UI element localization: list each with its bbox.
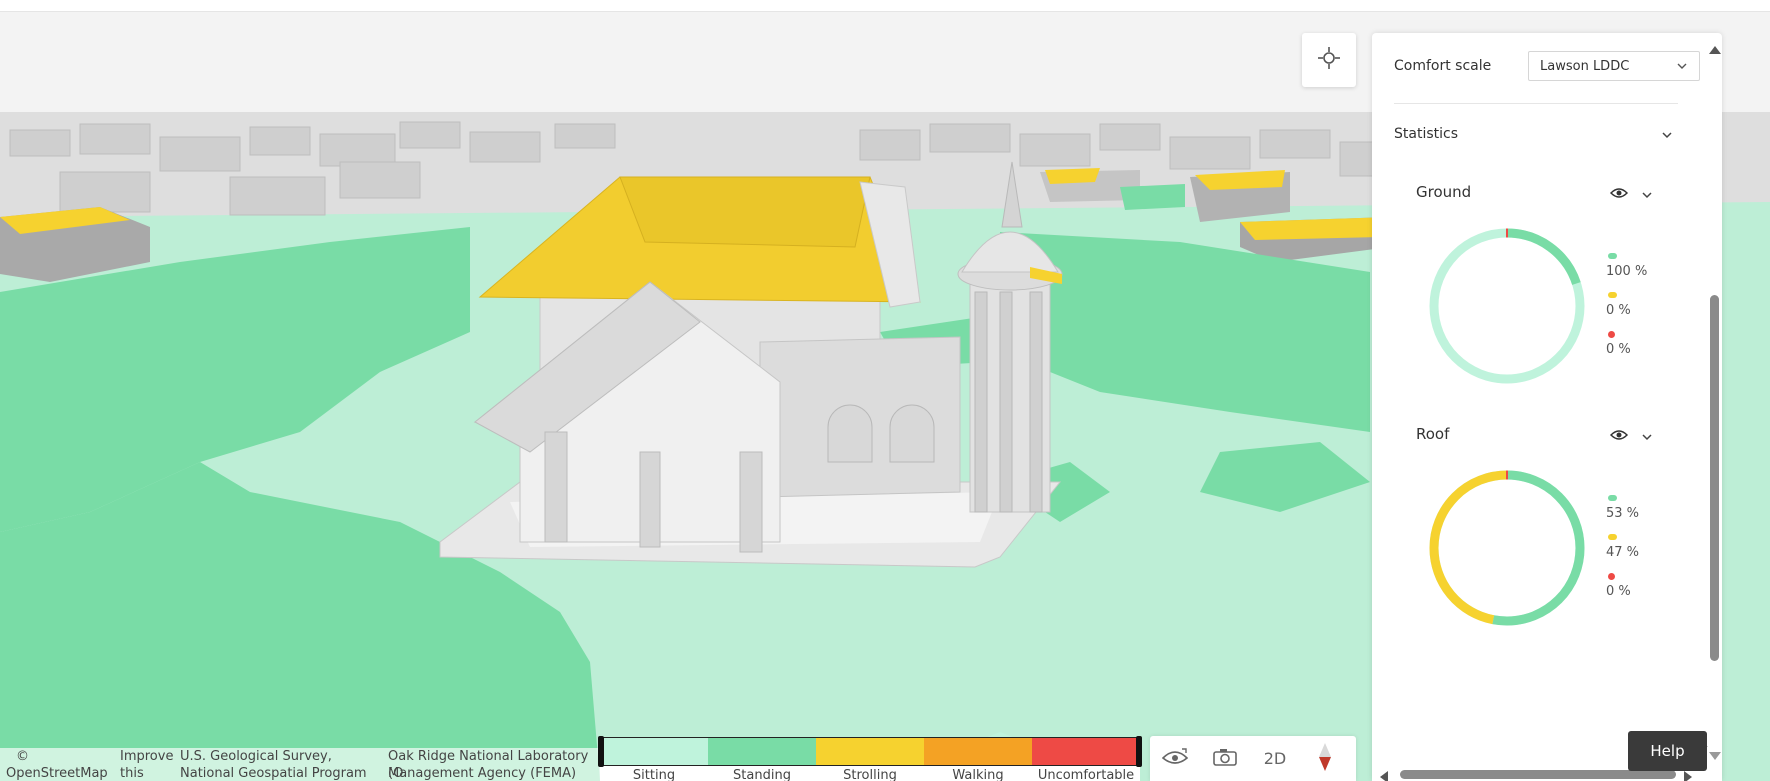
compass-icon <box>1317 742 1333 775</box>
legend-swatch-uncomfortable <box>1032 738 1140 765</box>
legend-item: 47 % <box>1594 534 1654 573</box>
recenter-button[interactable] <box>1302 33 1356 87</box>
legend-label-walking: Walking <box>952 768 1004 781</box>
eye-icon[interactable] <box>1609 185 1629 204</box>
legend-item: 53 % <box>1594 495 1654 534</box>
attribution-openstreetmap-link[interactable]: OpenStreetMap <box>6 765 108 781</box>
comfort-legend-bar: Sitting Standing Strolling Walking Uncom… <box>598 736 1142 781</box>
standing-dot <box>1608 253 1617 259</box>
statistics-header[interactable]: Statistics <box>1394 123 1678 145</box>
roof-legend: 53 % 47 % 0 % <box>1594 495 1654 612</box>
standing-dot <box>1608 495 1617 501</box>
panel-divider <box>1394 103 1678 104</box>
chevron-down-icon[interactable] <box>1640 187 1654 206</box>
crosshair-icon <box>1317 46 1341 74</box>
legend-label-standing: Standing <box>733 768 791 781</box>
comfort-scale-value: Lawson LDDC <box>1540 58 1630 74</box>
camera-icon <box>1213 748 1237 770</box>
chevron-down-icon <box>1660 128 1674 146</box>
view-2d-button[interactable]: 2D <box>1250 736 1300 781</box>
attribution-this-link[interactable]: this <box>120 765 144 781</box>
roof-donut-chart <box>1429 470 1585 626</box>
map-attribution: © OpenStreetMap Improve this U.S. Geolog… <box>0 748 600 781</box>
comfort-scale-row: Comfort scale Lawson LDDC <box>1394 51 1700 81</box>
roof-uncomfortable-percent: 0 % <box>1606 584 1631 599</box>
scroll-down-icon[interactable] <box>1709 745 1721 764</box>
scroll-up-icon[interactable] <box>1709 39 1721 58</box>
help-button[interactable]: Help <box>1628 731 1707 771</box>
comfort-legend-colors <box>600 737 1140 766</box>
legend-swatch-sitting <box>600 738 708 765</box>
legend-bar-left-cap <box>598 736 604 767</box>
comfort-legend-labels: Sitting Standing Strolling Walking Uncom… <box>600 768 1140 781</box>
view-tools: 2D <box>1150 736 1356 781</box>
legend-label-strolling: Strolling <box>843 768 897 781</box>
chevron-down-icon[interactable] <box>1640 429 1654 448</box>
scroll-left-icon[interactable] <box>1380 768 1388 781</box>
panel-scrollbar[interactable] <box>1706 33 1722 760</box>
visibility-button[interactable] <box>1150 736 1200 781</box>
comfort-scale-select[interactable]: Lawson LDDC <box>1528 51 1700 81</box>
statistics-label: Statistics <box>1394 126 1458 142</box>
attribution-copyright: © <box>16 749 29 764</box>
ground-uncomfortable-percent: 0 % <box>1606 342 1631 357</box>
top-bar <box>0 0 1770 12</box>
uncomfortable-dot <box>1608 331 1615 338</box>
legend-bar-right-cap <box>1136 736 1142 767</box>
horizontal-scrollbar-thumb[interactable] <box>1400 770 1676 779</box>
uncomfortable-dot <box>1608 573 1615 580</box>
screenshot-button[interactable] <box>1200 736 1250 781</box>
roof-section: Roof 53 % 47 % 0 % <box>1414 425 1664 645</box>
attribution-improve-link[interactable]: Improve <box>120 748 173 765</box>
comfort-scale-label: Comfort scale <box>1394 58 1492 74</box>
chevron-down-icon <box>1675 59 1689 77</box>
attribution-usgs: U.S. Geological Survey, <box>180 749 332 764</box>
strolling-dot <box>1608 534 1617 540</box>
legend-label-sitting: Sitting <box>632 768 676 781</box>
legend-swatch-standing <box>708 738 816 765</box>
ground-standing-percent: 100 % <box>1606 264 1648 279</box>
roof-standing-percent: 53 % <box>1606 506 1640 521</box>
legend-item: 100 % <box>1594 253 1654 292</box>
ground-strolling-percent: 0 % <box>1606 303 1631 318</box>
strolling-dot <box>1608 292 1617 298</box>
legend-swatch-walking <box>924 738 1032 765</box>
legend-label-uncomfortable: Uncomfortable <box>1037 768 1135 781</box>
eye-icon[interactable] <box>1609 427 1629 446</box>
legend-item: 0 % <box>1594 331 1654 370</box>
ground-title: Ground <box>1416 183 1472 201</box>
panel-scrollbar-thumb[interactable] <box>1710 295 1719 661</box>
roof-strolling-percent: 47 % <box>1606 545 1640 560</box>
compass-button[interactable] <box>1300 736 1350 781</box>
ground-section: Ground 100 % 0 % 0 % <box>1414 183 1664 403</box>
legend-swatch-strolling <box>816 738 924 765</box>
ground-legend: 100 % 0 % 0 % <box>1594 253 1654 370</box>
ground-donut-chart <box>1429 228 1585 384</box>
legend-item: 0 % <box>1594 292 1654 331</box>
attribution-ngp: National Geospatial Program <box>180 766 367 781</box>
attribution-fema: Management Agency (FEMA) Geo <box>388 766 577 781</box>
roof-title: Roof <box>1416 425 1450 443</box>
legend-item: 0 % <box>1594 573 1654 612</box>
statistics-panel: Comfort scale Lawson LDDC Statistics Gro… <box>1372 33 1722 781</box>
eye-icon <box>1161 747 1189 770</box>
